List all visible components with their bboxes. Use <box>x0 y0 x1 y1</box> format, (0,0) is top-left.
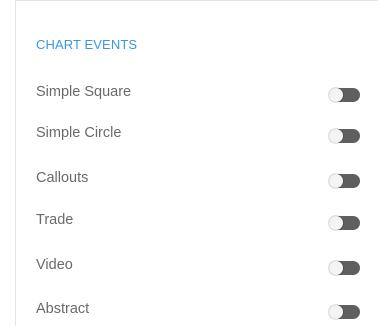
item-label: Video <box>36 257 73 273</box>
abstract-toggle[interactable] <box>329 305 360 319</box>
section-title: CHART EVENTS <box>36 37 138 52</box>
toggle-knob <box>329 129 343 143</box>
chart-events-panel: CHART EVENTS Simple Square Simple Circle… <box>15 0 378 326</box>
simple-circle-toggle[interactable] <box>329 129 360 143</box>
toggle-knob <box>329 261 343 275</box>
list-item-video: Video <box>16 251 378 281</box>
trade-toggle[interactable] <box>329 216 360 230</box>
toggle-knob <box>329 174 343 188</box>
item-label: Simple Circle <box>36 125 122 141</box>
list-item-callouts: Callouts <box>16 164 378 194</box>
toggle-knob <box>329 305 343 319</box>
list-item-simple-circle: Simple Circle <box>16 119 378 149</box>
item-label: Simple Square <box>36 84 132 100</box>
toggle-knob <box>329 88 343 102</box>
item-label: Trade <box>36 212 74 228</box>
toggle-knob <box>329 216 343 230</box>
simple-square-toggle[interactable] <box>329 88 360 102</box>
item-label: Abstract <box>36 301 90 317</box>
list-item-simple-square: Simple Square <box>16 78 378 108</box>
list-item-trade: Trade <box>16 206 378 236</box>
callouts-toggle[interactable] <box>329 174 360 188</box>
list-item-abstract: Abstract <box>16 295 378 325</box>
item-label: Callouts <box>36 170 89 186</box>
video-toggle[interactable] <box>329 261 360 275</box>
